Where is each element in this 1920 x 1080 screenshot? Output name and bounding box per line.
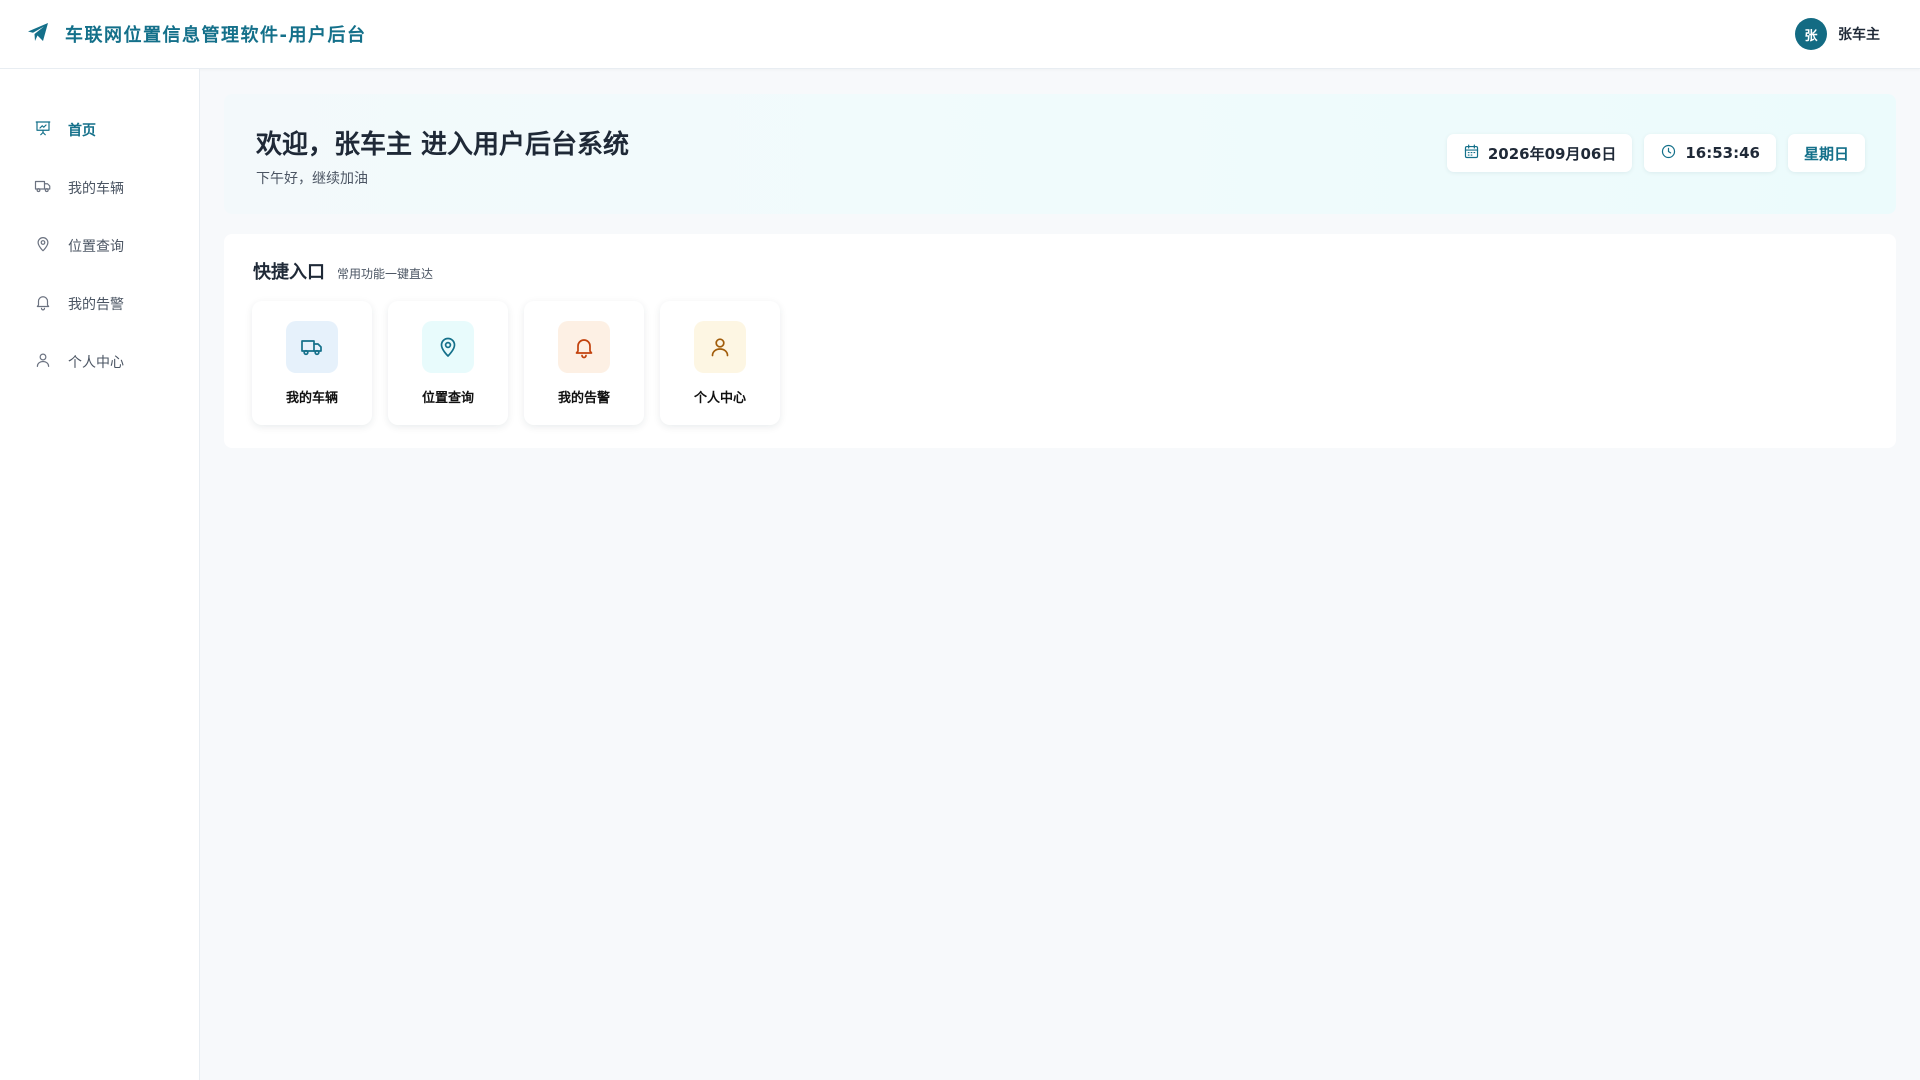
quick-card-vehicles[interactable]: 我的车辆 xyxy=(252,301,372,425)
quick-access-subtitle: 常用功能一键直达 xyxy=(337,267,434,281)
time-text: 16:53:46 xyxy=(1685,144,1760,162)
user-name[interactable]: 张车主 xyxy=(1838,24,1880,44)
user-icon xyxy=(34,351,52,373)
date-text: 2026年09月06日 xyxy=(1487,144,1617,163)
quick-access-title: 快捷入口 xyxy=(253,262,325,283)
quick-card-label: 位置查询 xyxy=(421,391,474,406)
brand[interactable]: 车联网位置信息管理软件-用户后台 xyxy=(26,20,366,48)
paper-plane-icon xyxy=(26,20,50,48)
quick-card-label: 我的车辆 xyxy=(285,391,338,406)
main-content: 欢迎，张车主 进入用户后台系统 下午好，继续加油 2026年09月06日 16:… xyxy=(224,94,1896,448)
quick-access-header: 快捷入口 常用功能一键直达 xyxy=(253,258,433,284)
welcome-title: 欢迎，张车主 进入用户后台系统 xyxy=(256,130,630,160)
map-pin-icon xyxy=(422,321,474,373)
weekday-chip: 星期日 xyxy=(1787,134,1865,172)
quick-card-profile[interactable]: 个人中心 xyxy=(660,301,780,425)
bell-icon xyxy=(34,293,52,315)
quick-card-label: 我的告警 xyxy=(557,391,610,406)
avatar[interactable]: 张 xyxy=(1795,18,1827,50)
quick-access-cards: 我的车辆 位置查询 我的告警 个人中心 xyxy=(252,301,796,425)
quick-card-alarms[interactable]: 我的告警 xyxy=(524,301,644,425)
time-chip: 16:53:46 xyxy=(1644,134,1776,172)
sidebar-item-label: 首页 xyxy=(68,123,96,139)
clock-icon xyxy=(1660,143,1685,164)
top-bar: 车联网位置信息管理软件-用户后台 张 张车主 xyxy=(0,0,1920,69)
weekday-text: 星期日 xyxy=(1803,144,1849,163)
welcome-subtitle: 下午好，继续加油 xyxy=(256,171,368,187)
datetime-chips: 2026年09月06日 16:53:46 星期日 xyxy=(1435,134,1865,172)
sidebar-item-label: 我的车辆 xyxy=(68,181,124,197)
sidebar-item-home[interactable]: 首页 xyxy=(0,101,199,159)
user-menu[interactable]: 张 张车主 xyxy=(1795,18,1880,50)
app-title: 车联网位置信息管理软件-用户后台 xyxy=(65,25,367,46)
sidebar-item-profile[interactable]: 个人中心 xyxy=(0,333,199,391)
sidebar-item-label: 个人中心 xyxy=(68,355,124,371)
welcome-banner: 欢迎，张车主 进入用户后台系统 下午好，继续加油 2026年09月06日 16:… xyxy=(224,94,1896,214)
sidebar-item-alarms[interactable]: 我的告警 xyxy=(0,275,199,333)
date-chip: 2026年09月06日 xyxy=(1446,134,1633,172)
presentation-chart-icon xyxy=(34,119,52,141)
sidebar-item-label: 我的告警 xyxy=(68,297,124,313)
calendar-icon xyxy=(1463,143,1488,164)
truck-icon xyxy=(34,177,52,199)
sidebar-item-location[interactable]: 位置查询 xyxy=(0,217,199,275)
quick-card-label: 个人中心 xyxy=(693,391,746,406)
truck-icon xyxy=(286,321,338,373)
user-icon xyxy=(694,321,746,373)
sidebar: 首页 我的车辆 位置查询 我的告警 个人中心 xyxy=(0,69,200,1080)
sidebar-item-label: 位置查询 xyxy=(68,239,124,255)
sidebar-item-vehicles[interactable]: 我的车辆 xyxy=(0,159,199,217)
bell-icon xyxy=(558,321,610,373)
map-pin-icon xyxy=(34,235,52,257)
quick-card-location[interactable]: 位置查询 xyxy=(388,301,508,425)
quick-access-panel: 快捷入口 常用功能一键直达 我的车辆 位置查询 我的告警 个人中心 xyxy=(224,234,1896,448)
